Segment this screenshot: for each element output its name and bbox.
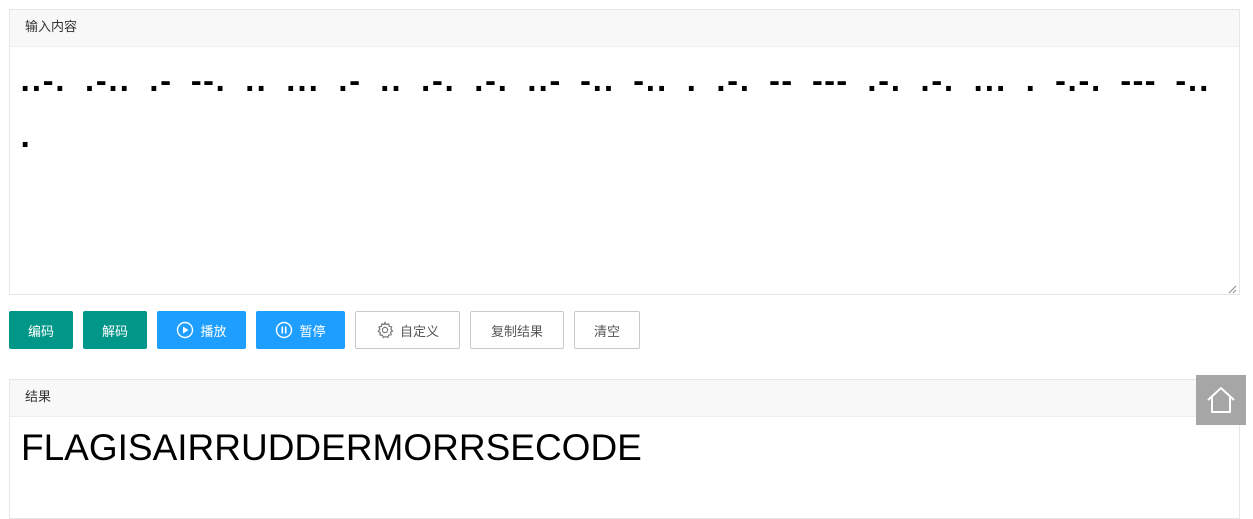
custom-button-label: 自定义 — [399, 324, 439, 340]
clear-button[interactable]: 清空 — [574, 311, 640, 349]
gear-icon — [376, 321, 394, 339]
copy-result-button-label: 复制结果 — [490, 324, 543, 340]
resize-grip-icon[interactable] — [1228, 285, 1237, 294]
custom-button[interactable]: 自定义 — [355, 311, 460, 349]
encode-button-label: 编码 — [27, 324, 54, 340]
decode-button[interactable]: 解码 — [83, 311, 147, 349]
clear-button-label: 清空 — [593, 324, 620, 340]
input-panel: 输入内容 ..-. .-.. .- --. .. ... .- .. .-. .… — [9, 9, 1240, 295]
decode-button-label: 解码 — [101, 324, 128, 340]
home-icon — [1207, 387, 1235, 413]
home-button[interactable] — [1196, 375, 1246, 425]
pause-button[interactable]: 暂停 — [256, 311, 345, 349]
encode-button[interactable]: 编码 — [9, 311, 73, 349]
copy-result-button[interactable]: 复制结果 — [470, 311, 564, 349]
result-panel-header: 结果 — [10, 380, 1239, 417]
pause-circle-icon — [275, 321, 293, 339]
input-panel-header: 输入内容 — [10, 10, 1239, 47]
play-button[interactable]: 播放 — [157, 311, 246, 349]
pause-button-label: 暂停 — [299, 324, 326, 340]
result-text: FLAGISAIRRUDDERMORRSECODE — [21, 427, 642, 468]
input-textarea[interactable]: ..-. .-.. .- --. .. ... .- .. .-. .-. ..… — [10, 47, 1239, 296]
morse-input-text[interactable]: ..-. .-.. .- --. .. ... .- .. .-. .-. ..… — [20, 47, 1239, 167]
play-button-label: 播放 — [200, 324, 227, 340]
result-panel: 结果 FLAGISAIRRUDDERMORRSECODE — [9, 379, 1240, 519]
play-circle-icon — [176, 321, 194, 339]
